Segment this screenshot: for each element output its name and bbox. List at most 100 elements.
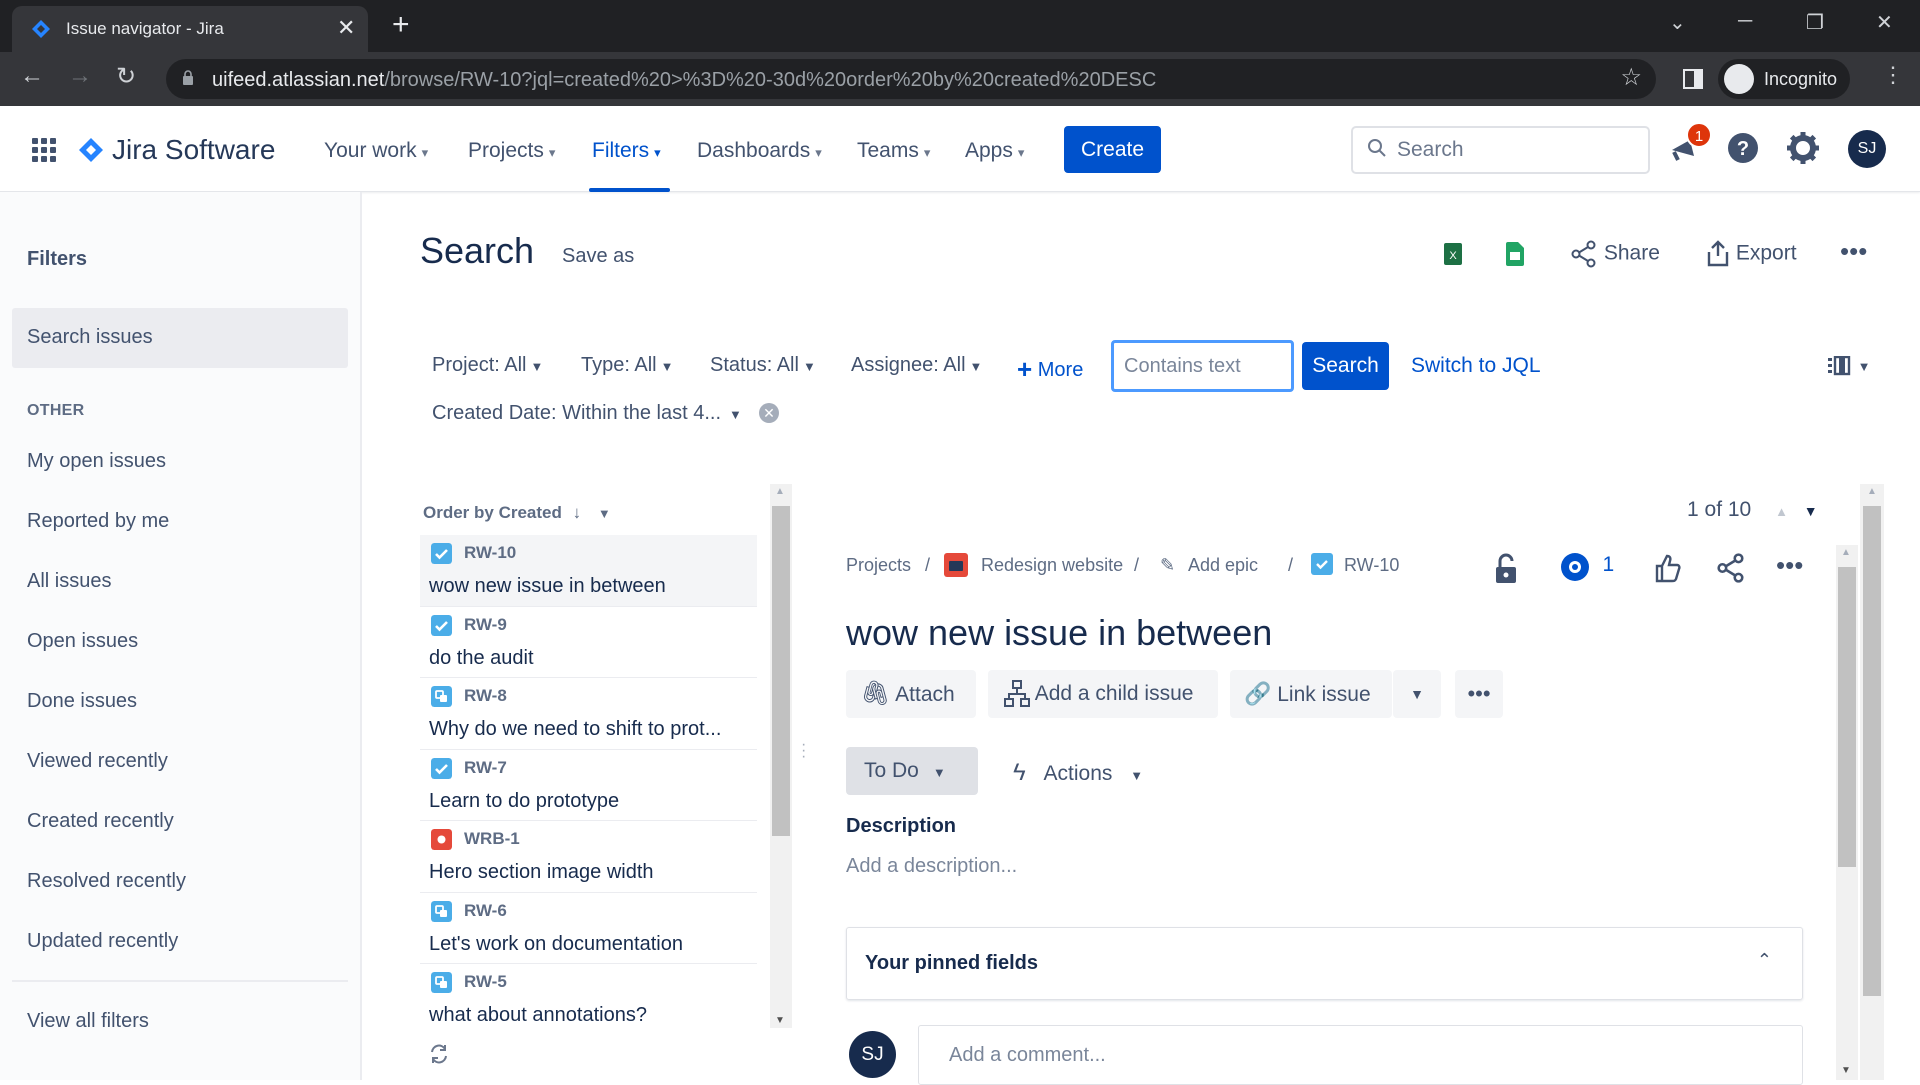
issue-list-item[interactable]: RW-7 Learn to do prototype [420,750,757,821]
panel-resize-handle[interactable]: · · · [801,737,806,765]
sidebar-item-viewed-recently[interactable]: Viewed recently [27,750,168,773]
tab-search-icon[interactable]: ⌄ [1669,10,1686,35]
comment-box[interactable] [918,1025,1803,1085]
share-issue-icon[interactable] [1716,553,1746,583]
actions-dropdown[interactable]: ϟ Actions ▼ [1013,759,1143,787]
more-filters-button[interactable]: + More [1017,354,1083,385]
nav-filters[interactable]: Filters ▾ [592,139,661,163]
close-window-button[interactable]: ✕ [1876,10,1893,35]
more-actions-icon[interactable]: ••• [1840,236,1867,267]
address-bar: ← → ↻ uifeed.atlassian.net/browse/RW-10?… [0,52,1920,106]
google-sheets-icon[interactable] [1506,242,1524,266]
pinned-fields-panel[interactable]: Your pinned fields ⌃ [846,927,1803,1000]
sidebar-item-done-issues[interactable]: Done issues [27,690,137,713]
chevron-down-icon: ▾ [421,145,429,160]
export-button[interactable]: Export [1706,240,1797,268]
issue-list-item[interactable]: WRB-1 Hero section image width [420,821,757,893]
issue-list-item[interactable]: RW-10 wow new issue in between [420,535,757,607]
sidebar-item-updated-recently[interactable]: Updated recently [27,930,178,953]
chevron-up-icon[interactable]: ⌃ [1757,950,1772,971]
issue-list-item[interactable]: RW-9 do the audit [420,607,757,678]
sidebar-item-reported-by-me[interactable]: Reported by me [27,510,169,533]
sidebar-item-my-open-issues[interactable]: My open issues [27,450,166,473]
add-child-issue-button[interactable]: Add a child issue [988,670,1218,718]
side-panel-icon[interactable] [1682,68,1704,90]
sidebar-item-created-recently[interactable]: Created recently [27,810,174,833]
user-avatar[interactable]: SJ [1848,130,1886,168]
global-search[interactable] [1351,126,1650,174]
issue-content-scrollbar[interactable]: ▲ ▼ [1836,545,1858,1080]
nav-your-work[interactable]: Your work ▾ [324,139,428,163]
attach-button[interactable]: 🖇 Attach [846,670,976,718]
create-button[interactable]: Create [1064,126,1161,173]
breadcrumb-projects[interactable]: Projects [846,555,911,576]
next-issue-icon[interactable]: ▼ [1804,503,1818,519]
help-icon[interactable]: ? [1723,128,1763,168]
issue-list-scrollbar[interactable]: ▲ ▼ [770,484,792,1028]
breadcrumb-issue-key[interactable]: RW-10 [1344,555,1399,576]
svg-text:?: ? [1737,138,1749,160]
sidebar-item-all-issues[interactable]: All issues [27,570,111,593]
nav-teams[interactable]: Teams ▾ [857,139,930,163]
forward-icon[interactable]: → [68,62,92,90]
incognito-profile-button[interactable]: Incognito [1718,59,1850,99]
previous-issue-icon[interactable]: ▲ [1775,504,1788,519]
clear-filter-icon[interactable]: ✕ [759,403,779,423]
bookmark-star-icon[interactable]: ☆ [1620,63,1642,92]
browser-menu-icon[interactable]: ⋮ [1882,62,1904,88]
minimize-button[interactable]: ─ [1738,10,1752,33]
switch-to-jql-link[interactable]: Switch to JQL [1411,354,1541,378]
nav-projects[interactable]: Projects ▾ [468,139,555,163]
issue-list-item[interactable]: RW-6 Let's work on documentation [420,893,757,964]
toolbar-more-icon[interactable]: ••• [1455,670,1503,718]
chevron-down-icon: ▾ [815,145,822,160]
type-filter[interactable]: Type: All ▼ [581,354,673,377]
settings-gear-icon[interactable] [1783,128,1823,168]
global-search-input[interactable] [1397,138,1637,162]
contains-text-field[interactable] [1111,340,1294,392]
nav-dashboards[interactable]: Dashboards ▾ [697,139,822,163]
excel-export-icon[interactable]: X [1442,242,1464,266]
link-issue-dropdown[interactable]: ▼ [1393,670,1441,718]
tab-close-icon[interactable]: ✕ [337,15,355,41]
pencil-icon: ✎ [1160,555,1176,575]
contains-text-input[interactable] [1124,355,1274,378]
browser-tab[interactable]: Issue navigator - Jira ✕ [12,6,368,52]
issue-list-item[interactable]: RW-8 Why do we need to shift to prot... [420,678,757,750]
link-issue-button[interactable]: 🔗 Link issue [1230,670,1392,718]
add-epic-link[interactable]: Add epic [1188,555,1258,576]
breadcrumb-project[interactable]: Redesign website [981,555,1123,576]
new-tab-button[interactable]: + [392,8,410,42]
order-by-selector[interactable]: Order by Created ↓ ▼ [423,503,611,523]
restore-button[interactable]: ❐ [1806,10,1824,35]
save-as-button[interactable]: Save as [562,245,634,268]
status-filter[interactable]: Status: All ▼ [710,354,816,377]
sidebar-item-search-issues[interactable]: Search issues [12,308,348,368]
reload-icon[interactable]: ↻ [116,62,136,91]
refresh-icon[interactable] [428,1043,450,1065]
project-filter[interactable]: Project: All ▼ [432,354,543,377]
share-button[interactable]: Share [1570,240,1660,268]
watchers-button[interactable]: 1 [1560,552,1614,582]
issue-more-actions-icon[interactable]: ••• [1776,550,1803,581]
search-button[interactable]: Search [1302,342,1389,390]
nav-apps[interactable]: Apps ▾ [965,139,1024,163]
back-icon[interactable]: ← [20,62,44,90]
detail-scrollbar[interactable]: ▲ [1860,484,1884,1080]
issue-title[interactable]: wow new issue in between [846,612,1272,654]
description-field[interactable]: Add a description... [846,855,1017,878]
sidebar-item-open-issues[interactable]: Open issues [27,630,138,653]
layout-switcher[interactable]: ▼ [1828,354,1870,377]
comment-input[interactable] [949,1044,1749,1067]
view-all-filters-link[interactable]: View all filters [27,1010,149,1033]
like-thumbs-up-icon[interactable] [1654,553,1682,583]
unlock-icon[interactable] [1494,553,1518,585]
assignee-filter[interactable]: Assignee: All ▼ [851,354,982,377]
app-switcher-icon[interactable] [32,138,56,162]
url-field[interactable]: uifeed.atlassian.net/browse/RW-10?jql=cr… [166,59,1656,99]
issue-list-item[interactable]: RW-5 what about annotations? [420,964,757,1025]
sidebar-item-resolved-recently[interactable]: Resolved recently [27,870,186,893]
created-date-filter[interactable]: Created Date: Within the last 4... ▼ [432,402,742,425]
chevron-down-icon: ▾ [1017,145,1025,160]
status-dropdown[interactable]: To Do ▼ [846,747,978,795]
